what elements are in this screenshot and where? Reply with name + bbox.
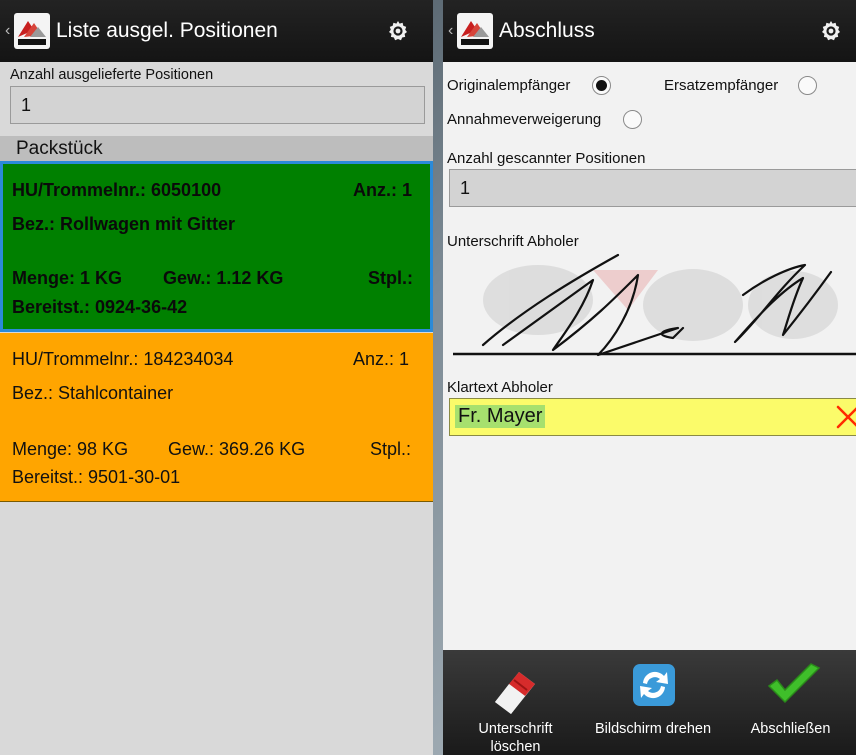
- signature-label: Unterschrift Abholer: [447, 233, 579, 250]
- page-title: Liste ausgel. Positionen: [56, 19, 278, 42]
- page-title: Abschluss: [499, 19, 595, 42]
- finish-button[interactable]: Abschließen: [725, 650, 856, 755]
- item-stock-place: Stpl.:: [370, 439, 412, 459]
- app-bar: ‹ Abschluss: [443, 0, 856, 62]
- rotate-screen-button[interactable]: Bildschirm drehen: [583, 650, 723, 755]
- radio-refusal[interactable]: [623, 110, 642, 129]
- section-header-packstueck: Packstück: [0, 136, 433, 161]
- app-logo-icon[interactable]: [457, 13, 493, 49]
- app-bar: ‹ Liste ausgel. Positionen: [0, 0, 433, 62]
- checkmark-icon: [767, 663, 821, 704]
- item-ready-location: Bereitst.: 0924-36-42: [12, 297, 188, 317]
- list-item[interactable]: HU/Trommelnr.: 184234034 Anz.: 1 Bez.: S…: [0, 333, 433, 502]
- clear-signature-button[interactable]: Unterschrift löschen: [443, 650, 588, 755]
- completion-screen: ‹ Abschluss Originalempfänger Ersatzempf…: [443, 0, 856, 755]
- rotate-screen-label: Bildschirm drehen: [594, 721, 712, 737]
- clear-x-icon[interactable]: [835, 404, 856, 430]
- settings-gear-icon[interactable]: [386, 19, 410, 43]
- klartext-value: Fr. Mayer: [455, 405, 546, 428]
- back-chevron-icon[interactable]: ‹: [5, 22, 13, 40]
- app-logo-icon[interactable]: [14, 13, 50, 49]
- radio-label-refusal: Annahmeverweigerung: [447, 111, 602, 128]
- item-hu-number: HU/Trommelnr.: 6050100: [12, 180, 222, 200]
- klartext-label: Klartext Abholer: [447, 379, 553, 396]
- radio-label-original-recipient: Originalempfänger: [447, 77, 571, 94]
- item-hu-number: HU/Trommelnr.: 184234034: [12, 349, 234, 369]
- scanned-count-label: Anzahl gescannter Positionen: [447, 150, 646, 167]
- radio-label-substitute-recipient: Ersatzempfänger: [664, 77, 779, 94]
- delivered-count-field[interactable]: 1: [10, 86, 425, 124]
- item-description: Bez.: Rollwagen mit Gitter: [12, 214, 236, 234]
- item-ready-location: Bereitst.: 9501-30-01: [12, 467, 181, 487]
- finish-label: Abschließen: [750, 721, 831, 737]
- delivered-count-label: Anzahl ausgelieferte Positionen: [10, 67, 214, 83]
- scanned-count-field[interactable]: 1: [449, 169, 856, 207]
- bottom-action-bar: Unterschrift löschen Bildschirm drehen Ab…: [443, 650, 856, 755]
- clear-signature-label: Unterschrift löschen: [478, 721, 553, 755]
- item-weight: Gew.: 1.12 KG: [163, 268, 284, 288]
- item-description: Bez.: Stahlcontainer: [12, 383, 174, 403]
- eraser-icon: [495, 672, 535, 714]
- settings-gear-icon[interactable]: [819, 19, 843, 43]
- item-weight: Gew.: 369.26 KG: [168, 439, 306, 459]
- item-amount: Menge: 98 KG: [12, 439, 129, 459]
- rotate-screen-icon: [633, 664, 675, 706]
- delivered-positions-screen: ‹ Liste ausgel. Positionen Anzahl ausgel…: [0, 0, 433, 755]
- item-quantity: Anz.: 1: [353, 349, 410, 369]
- item-quantity: Anz.: 1: [353, 180, 413, 200]
- radio-substitute-recipient[interactable]: [798, 76, 817, 95]
- radio-original-recipient[interactable]: [592, 76, 611, 95]
- item-stock-place: Stpl.:: [368, 268, 413, 288]
- list-item-selected[interactable]: HU/Trommelnr.: 6050100 Anz.: 1 Bez.: Rol…: [0, 161, 433, 332]
- item-amount: Menge: 1 KG: [12, 268, 123, 288]
- signature-pad[interactable]: [443, 250, 856, 370]
- klartext-input[interactable]: Fr. Mayer: [449, 398, 856, 436]
- back-chevron-icon[interactable]: ‹: [448, 22, 456, 40]
